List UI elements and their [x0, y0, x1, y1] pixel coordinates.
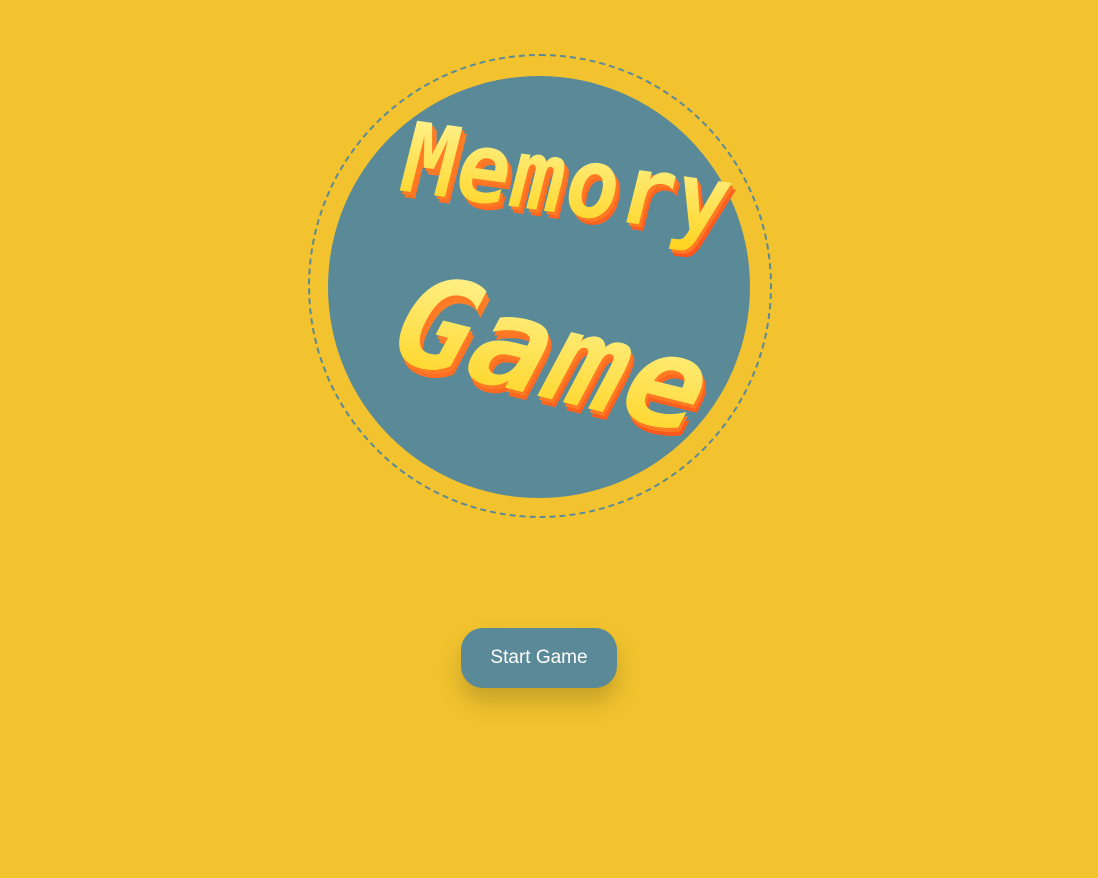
game-start-screen: Memory Memory Memory Game Game Game Star…	[0, 0, 1098, 878]
logo-line2: Game	[363, 248, 744, 461]
start-game-button[interactable]: Start Game	[461, 628, 617, 688]
logo-title-art: Memory Memory Memory Game Game Game	[363, 102, 749, 468]
logo-line1: Memory	[390, 102, 744, 259]
game-logo: Memory Memory Memory Game Game Game	[308, 54, 772, 518]
